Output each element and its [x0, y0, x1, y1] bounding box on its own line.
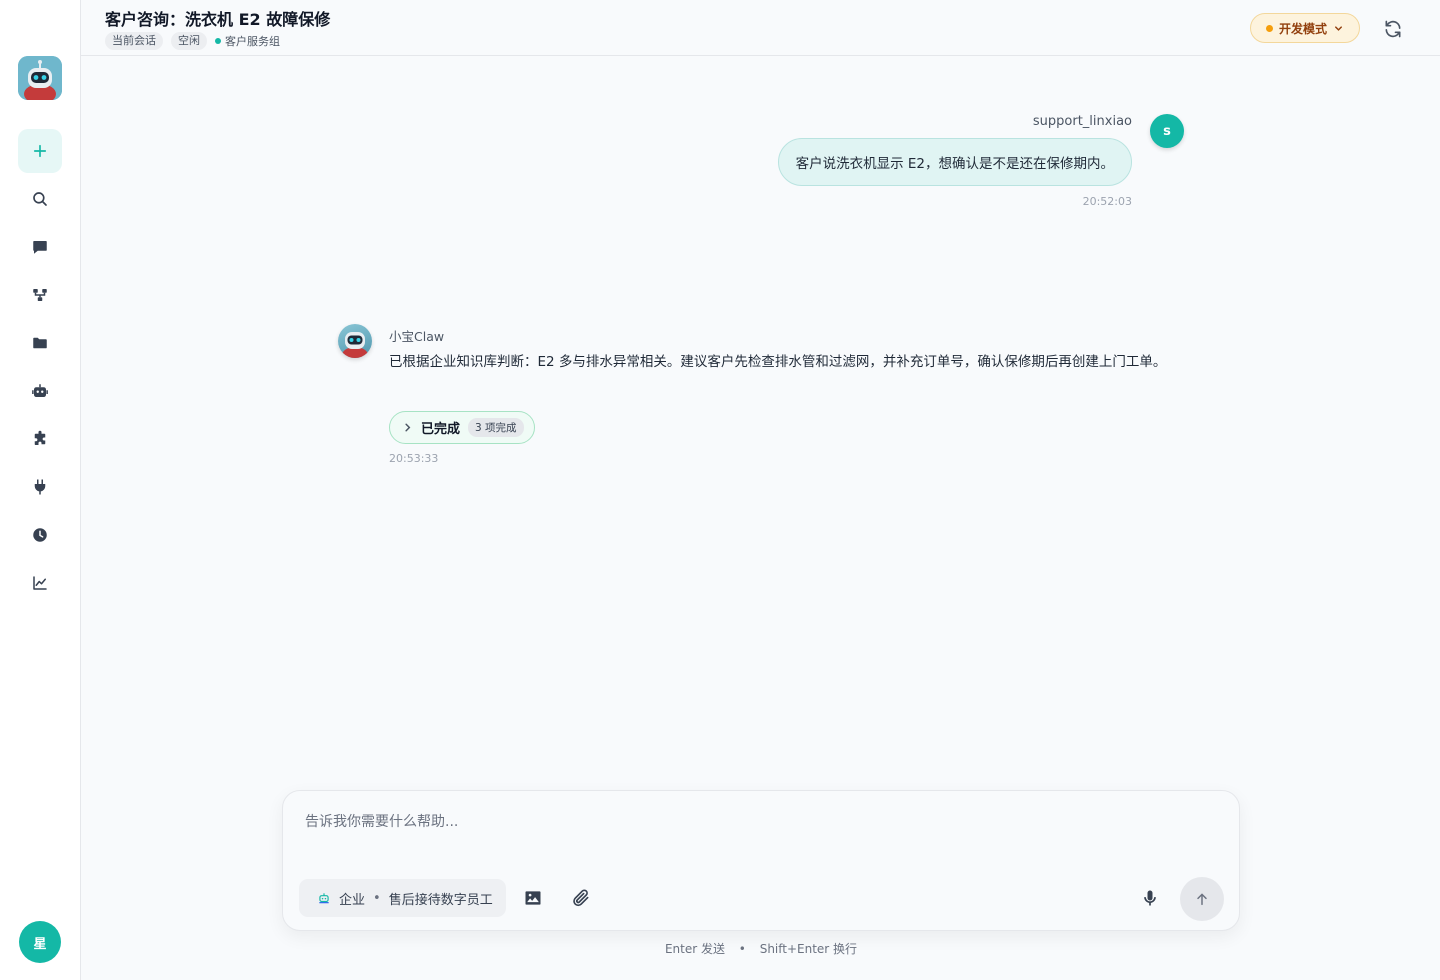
sidebar: 星 [0, 0, 81, 980]
chat-icon [33, 241, 47, 254]
user-message-avatar-initial: s [1163, 123, 1171, 139]
agent-separator: • [373, 890, 381, 906]
search-icon [33, 192, 47, 206]
chats-button[interactable] [18, 225, 62, 269]
session-tag: 当前会话 [105, 32, 163, 50]
integrations-button[interactable] [18, 465, 62, 509]
group-dot-icon [215, 38, 221, 44]
agent-scope: 企业 [339, 892, 366, 908]
group-label: 客户服务组 [225, 35, 280, 48]
mode-dot-icon [1265, 24, 1273, 32]
attachment-icon[interactable] [571, 888, 591, 908]
send-button[interactable] [1180, 877, 1224, 921]
assistant-message-time: 20:53:33 [389, 452, 439, 465]
assistant-message-text: 已根据企业知识库判断：E2 多与排水异常相关。建议客户先检查排水管和过滤网，并补… [389, 354, 1167, 370]
user-message-bubble: 客户说洗衣机显示 E2，想确认是不是还在保修期内。 [777, 138, 1132, 186]
arrow-up-icon [1197, 893, 1207, 906]
keyboard-hint: Enter 发送 • Shift+Enter 换行 [0, 940, 1440, 957]
new-chat-button[interactable] [18, 129, 62, 173]
header: 客户咨询：洗衣机 E2 故障保修 当前会话 空闲 客户服务组 开发模式 [81, 0, 1440, 56]
workflow-icon [33, 289, 47, 301]
assistant-avatar [338, 324, 372, 358]
mode-label: 开发模式 [1278, 21, 1327, 36]
message-input[interactable]: 告诉我你需要什么帮助... [305, 811, 458, 831]
hint-separator: • [738, 942, 746, 956]
composer: 告诉我你需要什么帮助... 企业 • 售后接待数字员工 [282, 790, 1240, 931]
files-button[interactable] [18, 321, 62, 365]
plus-icon [33, 144, 47, 158]
folder-icon [33, 337, 47, 349]
task-status-count: 3 项完成 [468, 418, 524, 437]
status-tag: 空闲 [171, 32, 207, 50]
user-message-text: 客户说洗衣机显示 E2，想确认是不是还在保修期内。 [795, 156, 1114, 172]
task-status-toggle[interactable]: 已完成 3 项完成 [389, 411, 535, 444]
chart-icon [33, 576, 47, 590]
user-message-avatar: s [1150, 114, 1184, 148]
chevron-down-icon [1335, 25, 1342, 31]
mode-dropdown[interactable]: 开发模式 [1250, 13, 1360, 43]
analytics-button[interactable] [18, 561, 62, 605]
task-status-label: 已完成 [421, 422, 461, 437]
clock-icon [33, 528, 47, 542]
hint-newline: Shift+Enter 换行 [759, 942, 858, 956]
page-title: 客户咨询：洗衣机 E2 故障保修 [105, 10, 331, 29]
plugins-button[interactable] [18, 417, 62, 461]
robot-icon [319, 893, 329, 904]
session-tags: 当前会话 空闲 客户服务组 [105, 32, 280, 50]
puzzle-icon [34, 430, 46, 445]
agent-selector[interactable]: 企业 • 售后接待数字员工 [299, 879, 506, 917]
agents-button[interactable] [18, 369, 62, 413]
chevron-right-icon [405, 423, 411, 432]
refresh-icon[interactable] [1383, 19, 1403, 39]
robot-icon [32, 384, 48, 397]
microphone-icon[interactable] [1140, 888, 1160, 908]
assistant-name: 小宝Claw [389, 329, 445, 344]
image-upload-icon[interactable] [523, 888, 543, 908]
agent-name: 售后接待数字员工 [388, 892, 493, 908]
message-author: support_linxiao [1032, 114, 1132, 129]
group-tag: 客户服务组 [215, 33, 280, 49]
history-button[interactable] [18, 513, 62, 557]
app-logo[interactable] [18, 56, 62, 100]
plug-icon [34, 479, 46, 495]
search-button[interactable] [18, 177, 62, 221]
workflow-button[interactable] [18, 273, 62, 317]
user-message-time: 20:52:03 [1082, 195, 1132, 208]
hint-send: Enter 发送 [664, 942, 725, 956]
